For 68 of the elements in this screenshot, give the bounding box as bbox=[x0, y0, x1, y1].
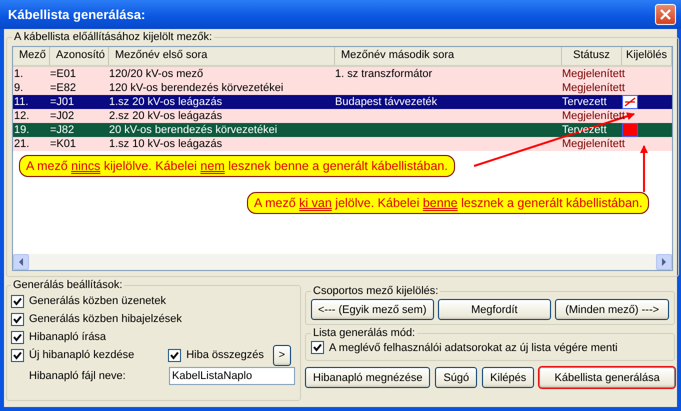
table-cell: 12. bbox=[14, 110, 30, 122]
column-header[interactable]: Mezőnév második sora bbox=[335, 47, 562, 65]
table-row[interactable]: 12. =J02 2.sz 20 kV-os leágazás Megjelenített bbox=[13, 109, 672, 123]
table-cell: =J02 bbox=[50, 110, 74, 122]
group-title: Csoportos mező kijelölés: bbox=[312, 285, 440, 297]
table-cell: 21. bbox=[14, 138, 30, 150]
table-cell: 1.sz 20 kV-os leágazás bbox=[109, 96, 222, 108]
table-cell: 20 kV-os berendezés körvezetékei bbox=[109, 124, 278, 136]
table-cell: Tervezett bbox=[562, 96, 607, 108]
checkbox[interactable]: A meglévő felhasználói adatsorokat az új lista végére menti bbox=[311, 340, 669, 356]
leader-line bbox=[640, 145, 648, 192]
group-title: Generálás beállítások: bbox=[12, 279, 124, 291]
field-label: Hibanapló fájl neve: bbox=[29, 370, 127, 382]
column-header[interactable]: Kijelölés bbox=[622, 47, 672, 65]
close-button[interactable] bbox=[655, 4, 676, 25]
table-cell: 1.sz 10 kV-os leágazás bbox=[109, 138, 222, 150]
column-header[interactable]: Azonosító bbox=[50, 47, 109, 65]
file-name-field[interactable]: KabelListaNaplo bbox=[169, 367, 295, 385]
selection-button[interactable]: (Minden mező) ---> bbox=[555, 299, 669, 320]
table-cell: =J82 bbox=[50, 124, 74, 136]
table-cell: Megjelenített bbox=[562, 68, 625, 80]
table-row[interactable]: 9. =E82 120 kV-os berendezés körvezetékei Megjelenített bbox=[13, 81, 672, 95]
scroll-right-icon bbox=[661, 258, 667, 266]
close-icon bbox=[660, 9, 671, 20]
table-row[interactable]: 21. =K01 1.sz 10 kV-os leágazás Megjelenített bbox=[13, 137, 672, 151]
checkbox[interactable]: Hiba összegzés bbox=[168, 348, 264, 362]
checkbox[interactable]: Generálás közben üzenetek bbox=[11, 294, 166, 308]
group-title: A kábellista előállításához kijelölt mezők: bbox=[13, 31, 214, 43]
table-cell: =E01 bbox=[50, 68, 76, 80]
action-button[interactable]: Hibanapló megnézése bbox=[305, 367, 430, 388]
table-cell: Megjelenített bbox=[562, 138, 625, 150]
checkbox[interactable]: Hibanapló írása bbox=[11, 330, 106, 344]
table-cell: 19. bbox=[14, 124, 30, 136]
table-cell: =E82 bbox=[50, 82, 76, 94]
table-cell: 9. bbox=[14, 82, 24, 94]
check-icon bbox=[170, 350, 180, 360]
action-button[interactable]: Kábellista generálása bbox=[539, 367, 675, 388]
action-button[interactable]: Kilépés bbox=[482, 367, 534, 388]
checkbox[interactable]: Új hibanapló kezdése bbox=[11, 348, 134, 362]
action-button[interactable]: Súgó bbox=[435, 367, 478, 388]
selection-button[interactable]: Megfordít bbox=[438, 299, 552, 320]
unmarked-box-icon[interactable] bbox=[622, 95, 638, 109]
table-cell: 120/20 kV-os mező bbox=[109, 68, 204, 80]
callout-note: A mező nincs kijelölve. Kábelei nem lesznek benne a generált kábellistában. bbox=[19, 155, 455, 177]
selection-button[interactable]: <--- (Egyik mező sem) bbox=[311, 299, 434, 320]
group-title: Lista generálás mód: bbox=[312, 327, 416, 339]
table-cell: 1. bbox=[14, 68, 24, 80]
more-button[interactable]: > bbox=[272, 344, 291, 366]
table-cell: =J01 bbox=[50, 96, 74, 108]
table-cell: Megjelenített bbox=[562, 110, 625, 122]
table-cell: 1. sz transzformátor bbox=[335, 68, 432, 80]
window-title: Kábellista generálása: bbox=[8, 7, 146, 22]
check-icon bbox=[313, 343, 322, 352]
table-row[interactable]: 1. =E01 120/20 kV-os mező 1. sz transzformátor Megjelenített bbox=[13, 67, 672, 81]
checkbox[interactable]: Generálás közben hibajelzések bbox=[11, 312, 182, 326]
scroll-left-icon bbox=[18, 258, 24, 266]
column-header[interactable]: Mező bbox=[13, 47, 50, 65]
table-row[interactable]: 11. =J01 1.sz 20 kV-os leágazás Budapest távvezeték Tervezett bbox=[13, 95, 672, 109]
column-header[interactable]: Státusz bbox=[562, 47, 622, 65]
table-cell: 11. bbox=[14, 96, 28, 108]
table-cell: Budapest távvezeték bbox=[335, 96, 438, 108]
callout-note: A mező ki van jelölve. Kábelei benne lesznek a generált kábellistában. bbox=[247, 192, 650, 214]
column-header[interactable]: Mezőnév első sora bbox=[109, 47, 335, 65]
table-cell: =K01 bbox=[50, 138, 76, 150]
horizontal-scrollbar[interactable] bbox=[13, 254, 672, 270]
table-cell: 2.sz 20 kV-os leágazás bbox=[109, 110, 222, 122]
table-cell: Megjelenített bbox=[562, 82, 625, 94]
table-cell: 120 kV-os berendezés körvezetékei bbox=[109, 82, 284, 94]
